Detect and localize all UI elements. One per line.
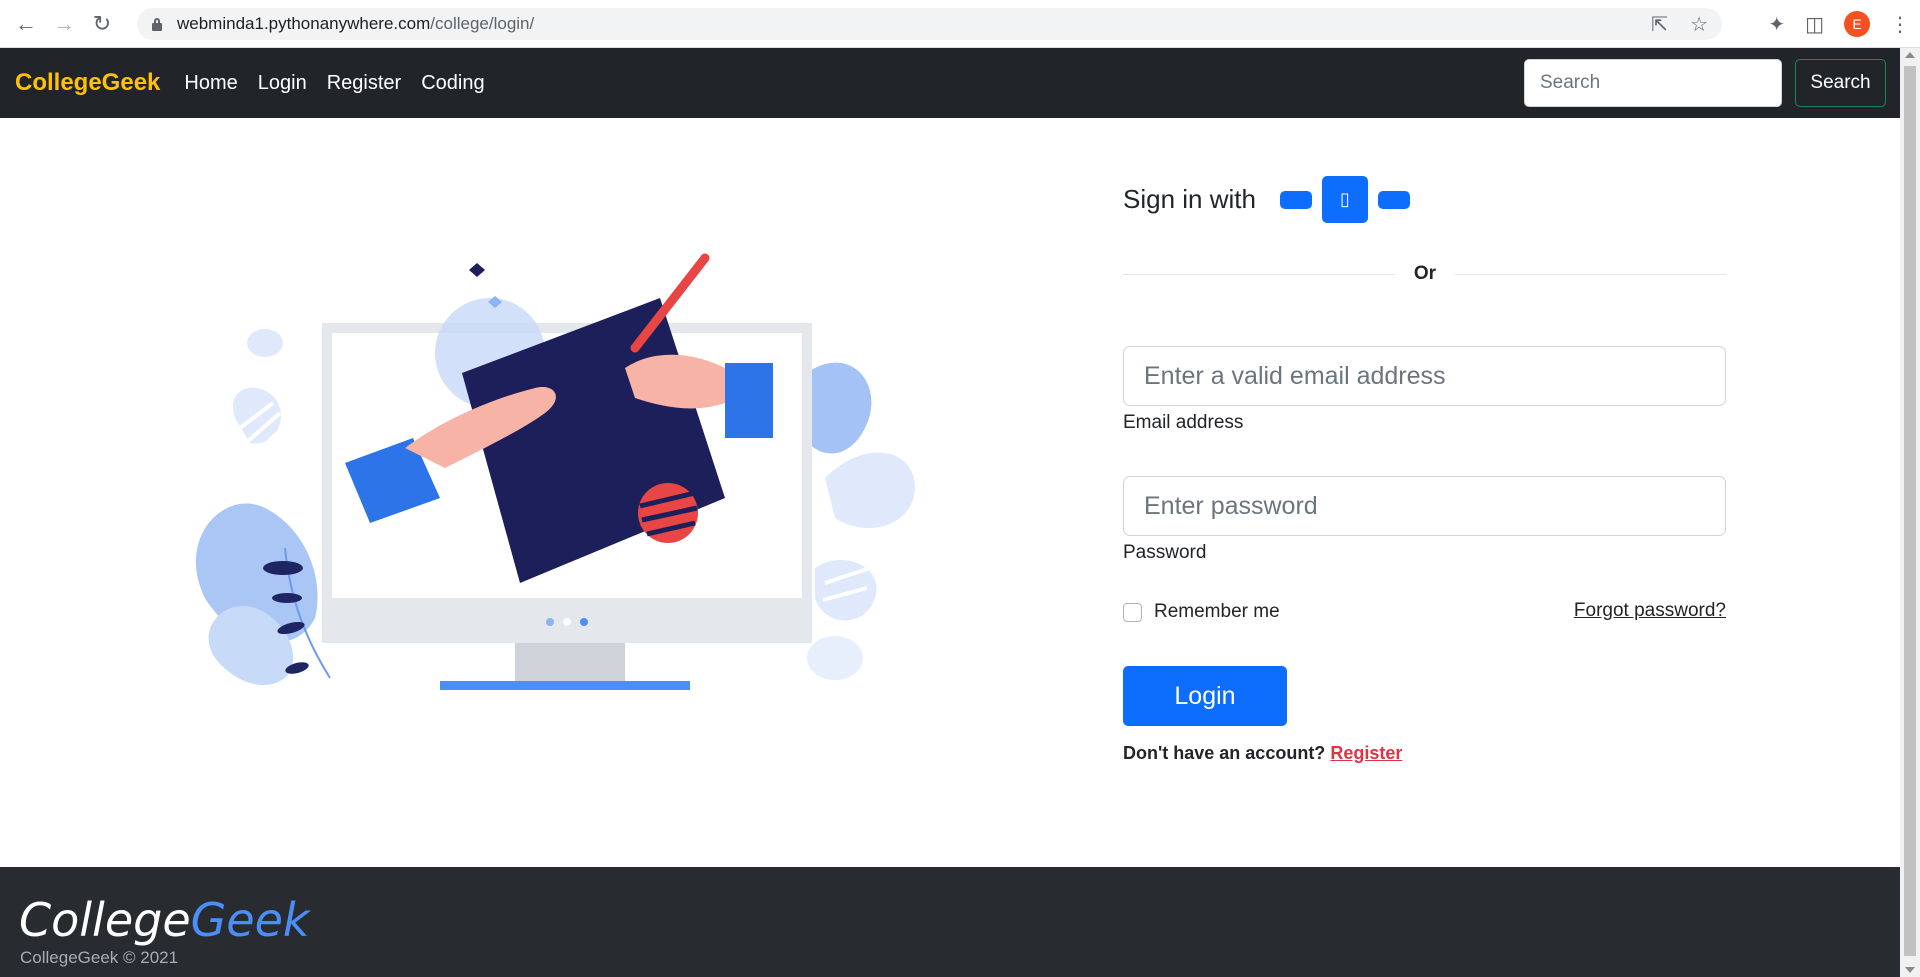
url-host: webminda1.pythonanywhere.com [177,14,431,33]
social-login-button-1[interactable] [1279,190,1312,209]
nav-link-register[interactable]: Register [327,72,401,95]
lock-icon [151,17,163,31]
browser-toolbar: ← → ↻ webminda1.pythonanywhere.com/colle… [0,0,1920,48]
login-button[interactable]: Login [1123,666,1287,726]
password-field[interactable] [1123,476,1726,536]
remember-me-label[interactable]: Remember me [1154,601,1280,623]
bookmark-star-icon[interactable]: ☆ [1690,12,1708,37]
remember-row: Remember me Forgot password? [1123,599,1727,625]
social-login-button-3[interactable] [1377,190,1410,209]
login-illustration [195,253,915,690]
extensions-icon[interactable]: ✦ [1768,12,1785,37]
back-icon[interactable]: ← [8,6,44,42]
social-signin-row: Sign in with ▯ [1123,176,1420,223]
forward-icon[interactable]: → [46,6,82,42]
search-button[interactable]: Search [1795,59,1886,107]
social-login-button-2[interactable]: ▯ [1321,176,1368,223]
address-bar[interactable]: webminda1.pythonanywhere.com/college/log… [137,8,1722,40]
url-path: /college/login/ [430,14,535,33]
page-scrollbar[interactable] [1900,48,1920,977]
password-label: Password [1123,542,1207,563]
nav-link-home[interactable]: Home [184,72,237,95]
email-label: Email address [1123,412,1244,433]
footer-copyright: CollegeGeek © 2021 [20,948,179,967]
scroll-down-icon[interactable] [1905,967,1915,973]
or-divider: Or [1123,262,1727,288]
nav-link-login[interactable]: Login [258,72,307,95]
reload-icon[interactable]: ↻ [84,6,120,42]
site-navbar: CollegeGeek Home Login Register Coding S… [0,48,1900,118]
brand-logo[interactable]: CollegeGeek [15,69,160,97]
social-icon: ▯ [1340,189,1350,209]
forgot-password-link[interactable]: Forgot password? [1574,600,1726,622]
scrollbar-thumb[interactable] [1904,66,1916,956]
footer-logo-geek: Geek [190,893,310,947]
site-footer: CollegeGeek CollegeGeek © 2021 [0,867,1900,977]
page-content: CollegeGeek Home Login Register Coding S… [0,48,1900,977]
scroll-up-icon[interactable] [1905,52,1915,58]
register-link[interactable]: Register [1330,743,1402,763]
nav-link-coding[interactable]: Coding [421,72,484,95]
search-input[interactable] [1524,59,1782,107]
footer-logo: CollegeGeek [19,893,310,947]
footer-logo-college: College [19,893,191,947]
remember-me-checkbox[interactable] [1123,602,1142,622]
menu-kebab-icon[interactable]: ⋮ [1890,12,1910,37]
email-field[interactable] [1123,346,1726,406]
sign-in-with-label: Sign in with [1123,184,1256,214]
divider-line-right [1455,274,1727,275]
side-panel-icon[interactable]: ◫ [1805,12,1824,37]
no-account-text: Don't have an account? [1123,743,1326,763]
signup-prompt: Don't have an account? Register [1123,743,1402,764]
share-icon[interactable]: ⇱ [1651,12,1668,37]
profile-avatar[interactable]: E [1844,11,1870,37]
